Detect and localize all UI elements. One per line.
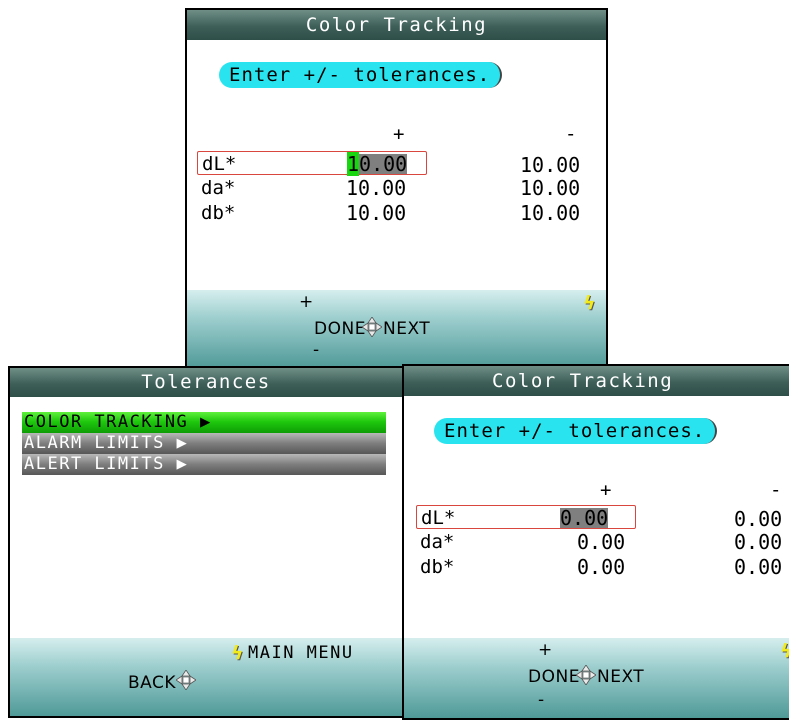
dpad-up-label[interactable]: + xyxy=(538,640,553,660)
row-label: da* xyxy=(201,177,236,199)
minus-value[interactable]: 0.00 xyxy=(734,530,782,554)
prompt-label: Enter +/- tolerances. xyxy=(219,62,503,88)
next-label[interactable]: NEXT xyxy=(597,667,644,687)
back-label[interactable]: BACK xyxy=(128,673,176,693)
menu-item-alarm-limits[interactable]: ALARM LIMITS ▶ xyxy=(22,433,386,454)
row-label: da* xyxy=(420,531,455,553)
softkey-footer: + DONE NEXT - ϟ xyxy=(187,290,606,368)
plus-value-field[interactable]: 0.00 xyxy=(560,508,609,528)
menu-item-color-tracking[interactable]: COLOR TRACKING ▶ xyxy=(22,412,386,433)
edit-cursor: 1 xyxy=(347,152,360,176)
plus-value-field[interactable]: 10.00 xyxy=(347,152,408,176)
row-label: dL* xyxy=(202,153,237,175)
dpad-icon[interactable] xyxy=(576,665,596,685)
tolerance-row-da[interactable]: da* 0.00 0.00 xyxy=(416,530,782,554)
plus-value[interactable]: 10.00 xyxy=(346,201,406,225)
tolerance-row-db[interactable]: db* 0.00 0.00 xyxy=(416,555,782,579)
row-label: dL* xyxy=(421,507,456,529)
minus-column-header: - xyxy=(770,479,782,501)
tolerance-row-db[interactable]: db* 10.00 10.00 xyxy=(197,201,598,225)
minus-value[interactable]: 0.00 xyxy=(734,507,782,531)
dpad-icon[interactable] xyxy=(176,670,196,690)
plus-column-header: + xyxy=(393,123,405,145)
next-label[interactable]: NEXT xyxy=(383,319,430,339)
lightning-icon[interactable]: ϟ xyxy=(780,640,789,662)
main-menu-label[interactable]: MAIN MENU xyxy=(248,643,354,663)
screen-title: Color Tracking xyxy=(187,10,606,40)
row-label: db* xyxy=(420,556,455,578)
softkey-footer: ϟ MAIN MENU BACK xyxy=(10,638,402,716)
lightning-icon[interactable]: ϟ xyxy=(231,642,244,664)
done-label[interactable]: DONE xyxy=(528,667,580,687)
dpad-icon[interactable] xyxy=(362,317,382,337)
screen-title: Color Tracking xyxy=(404,366,789,396)
menu-item-alert-limits[interactable]: ALERT LIMITS ▶ xyxy=(22,454,386,475)
minus-value[interactable]: 10.00 xyxy=(520,176,580,200)
plus-value[interactable]: 0.00 xyxy=(577,530,625,554)
tolerances-menu: COLOR TRACKING ▶ ALARM LIMITS ▶ ALERT LI… xyxy=(22,412,386,475)
row-label: db* xyxy=(201,202,236,224)
screen-title: Tolerances xyxy=(10,368,402,397)
color-tracking-screen-bottom: Color Tracking Enter +/- tolerances. + -… xyxy=(402,364,789,720)
dpad-up-label[interactable]: + xyxy=(299,292,314,312)
minus-value[interactable]: 0.00 xyxy=(734,555,782,579)
tolerances-screen: Tolerances COLOR TRACKING ▶ ALARM LIMITS… xyxy=(8,366,404,718)
lightning-icon[interactable]: ϟ xyxy=(583,292,596,314)
tolerance-row-da[interactable]: da* 10.00 10.00 xyxy=(197,176,598,200)
tolerance-row-dl[interactable]: dL* 10.00 xyxy=(197,151,427,176)
tolerance-row-dl[interactable]: dL* 0.00 xyxy=(416,505,636,529)
plus-value[interactable]: 0.00 xyxy=(577,555,625,579)
done-label[interactable]: DONE xyxy=(314,319,366,339)
prompt-label: Enter +/- tolerances. xyxy=(434,418,718,444)
plus-value[interactable]: 10.00 xyxy=(346,176,406,200)
dpad-down-label[interactable]: - xyxy=(538,690,545,710)
softkey-footer: + DONE NEXT - ϟ xyxy=(404,638,789,718)
minus-value[interactable]: 10.00 xyxy=(520,153,580,177)
minus-value[interactable]: 10.00 xyxy=(520,201,580,225)
dpad-down-label[interactable]: - xyxy=(313,340,320,360)
plus-column-header: + xyxy=(600,479,612,501)
minus-column-header: - xyxy=(565,123,577,145)
color-tracking-screen-top: Color Tracking Enter +/- tolerances. + -… xyxy=(185,8,608,370)
